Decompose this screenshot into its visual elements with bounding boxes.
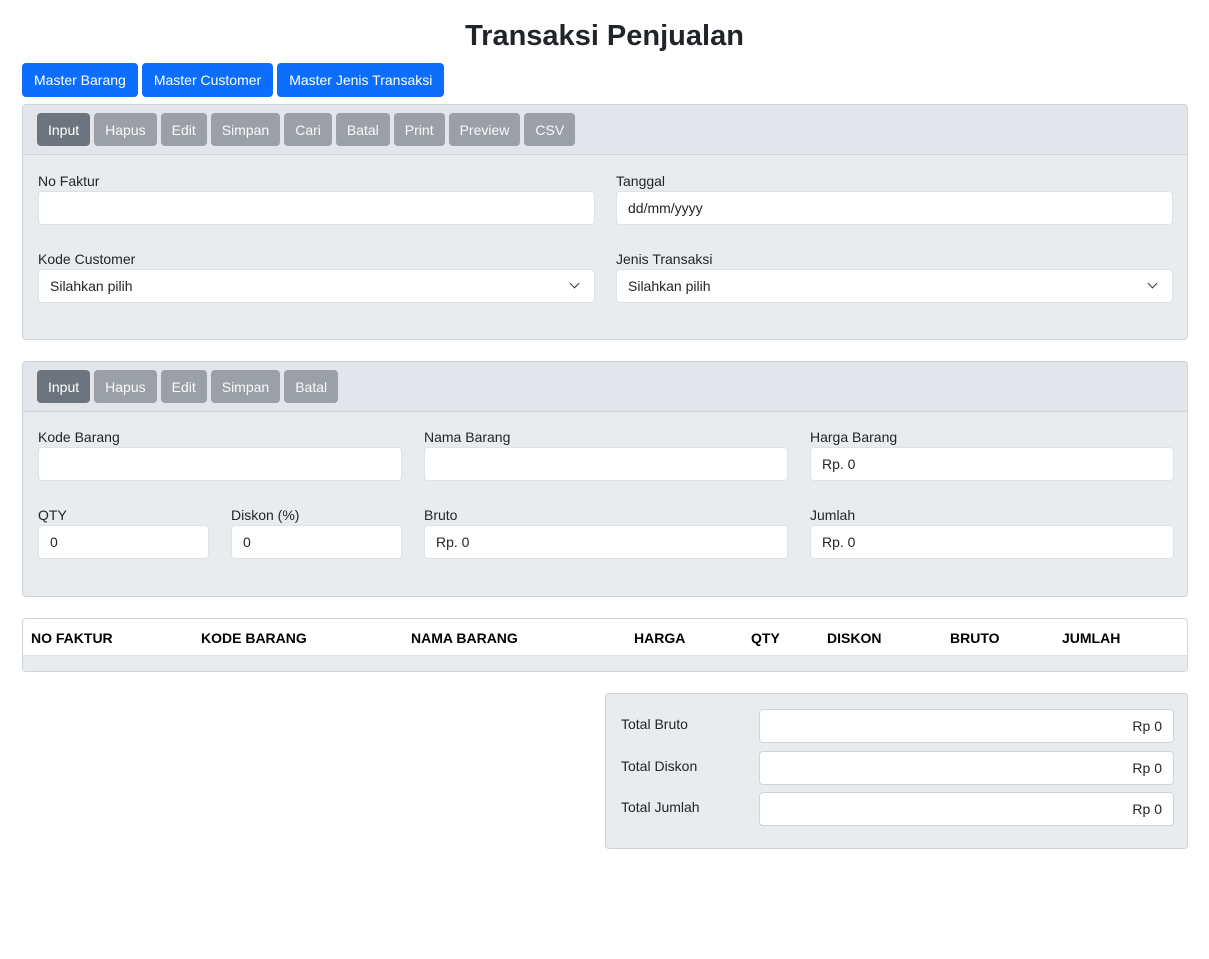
total-bruto-label: Total Bruto <box>621 716 688 732</box>
jumlah-group: Jumlah Rp. 0 <box>810 507 1174 567</box>
chevron-down-icon <box>570 281 580 291</box>
column-header-diskon[interactable]: DISKON <box>827 630 881 646</box>
kode-customer-label: Kode Customer <box>38 251 136 267</box>
detail-simpan-button[interactable]: Simpan <box>210 370 281 403</box>
master-jenis-transaksi-button[interactable]: Master Jenis Transaksi <box>277 63 445 97</box>
total-bruto-row: Total Bruto Rp 0 <box>621 709 1174 743</box>
column-header-no-faktur[interactable]: NO FAKTUR <box>31 630 113 646</box>
jenis-transaksi-selected: Silahkan pilih <box>628 278 711 294</box>
kode-barang-input[interactable] <box>38 447 402 481</box>
page-title: Transaksi Penjualan <box>465 20 744 52</box>
diskon-group: Diskon (%) 0 <box>231 507 402 567</box>
table-body-empty <box>23 656 1187 671</box>
diskon-label: Diskon (%) <box>231 507 300 523</box>
harga-barang-label: Harga Barang <box>810 429 898 445</box>
kode-barang-label: Kode Barang <box>38 429 120 445</box>
totals-panel: Total Bruto Rp 0 Total Diskon Rp 0 Total… <box>605 693 1188 849</box>
kode-barang-group: Kode Barang <box>38 429 402 489</box>
kode-customer-select[interactable]: Silahkan pilih <box>38 269 595 303</box>
detail-toolbar: Input Hapus Edit Simpan Batal <box>23 362 1187 412</box>
jenis-transaksi-group: Jenis Transaksi Silahkan pilih <box>616 251 1173 311</box>
master-nav: Master Barang Master Customer Master Jen… <box>22 63 445 97</box>
nama-barang-group: Nama Barang <box>424 429 788 489</box>
total-jumlah-field[interactable]: Rp 0 <box>759 792 1174 826</box>
header-toolbar: Input Hapus Edit Simpan Cari Batal Print… <box>23 105 1187 155</box>
total-jumlah-row: Total Jumlah Rp 0 <box>621 792 1174 826</box>
detail-card: Input Hapus Edit Simpan Batal Kode Baran… <box>22 361 1188 597</box>
total-diskon-field[interactable]: Rp 0 <box>759 751 1174 785</box>
tanggal-input[interactable]: dd/mm/yyyy <box>616 191 1173 225</box>
header-simpan-button[interactable]: Simpan <box>210 113 281 146</box>
column-header-qty[interactable]: QTY <box>751 630 780 646</box>
jumlah-label: Jumlah <box>810 507 856 523</box>
tanggal-group: Tanggal dd/mm/yyyy <box>616 173 1173 233</box>
chevron-down-icon <box>1148 281 1158 291</box>
jenis-transaksi-select[interactable]: Silahkan pilih <box>616 269 1173 303</box>
total-diskon-row: Total Diskon Rp 0 <box>621 751 1174 785</box>
jenis-transaksi-label: Jenis Transaksi <box>616 251 713 267</box>
nama-barang-input[interactable] <box>424 447 788 481</box>
jumlah-input[interactable]: Rp. 0 <box>810 525 1174 559</box>
header-cari-button[interactable]: Cari <box>284 113 332 146</box>
total-jumlah-label: Total Jumlah <box>621 799 700 815</box>
column-header-bruto[interactable]: BRUTO <box>950 630 1000 646</box>
header-batal-button[interactable]: Batal <box>335 113 390 146</box>
detail-hapus-button[interactable]: Hapus <box>94 370 157 403</box>
qty-input[interactable]: 0 <box>38 525 209 559</box>
detail-input-button[interactable]: Input <box>37 370 91 403</box>
bruto-input[interactable]: Rp. 0 <box>424 525 788 559</box>
detail-batal-button[interactable]: Batal <box>284 370 339 403</box>
master-customer-button[interactable]: Master Customer <box>141 63 274 97</box>
harga-barang-input[interactable]: Rp. 0 <box>810 447 1174 481</box>
bruto-label: Bruto <box>424 507 458 523</box>
diskon-input[interactable]: 0 <box>231 525 402 559</box>
column-header-kode-barang[interactable]: KODE BARANG <box>201 630 307 646</box>
no-faktur-input[interactable] <box>38 191 595 225</box>
header-card: Input Hapus Edit Simpan Cari Batal Print… <box>22 104 1188 340</box>
header-edit-button[interactable]: Edit <box>160 113 207 146</box>
kode-customer-selected: Silahkan pilih <box>50 278 133 294</box>
harga-barang-group: Harga Barang Rp. 0 <box>810 429 1174 489</box>
no-faktur-group: No Faktur <box>38 173 595 233</box>
tanggal-label: Tanggal <box>616 173 666 189</box>
master-barang-button[interactable]: Master Barang <box>22 63 138 97</box>
detail-edit-button[interactable]: Edit <box>160 370 207 403</box>
header-print-button[interactable]: Print <box>393 113 445 146</box>
detail-table: NO FAKTUR KODE BARANG NAMA BARANG HARGA … <box>22 618 1188 672</box>
qty-label: QTY <box>38 507 67 523</box>
header-input-button[interactable]: Input <box>37 113 91 146</box>
column-header-nama-barang[interactable]: NAMA BARANG <box>411 630 518 646</box>
column-header-harga[interactable]: HARGA <box>634 630 685 646</box>
no-faktur-label: No Faktur <box>38 173 100 189</box>
header-hapus-button[interactable]: Hapus <box>94 113 157 146</box>
nama-barang-label: Nama Barang <box>424 429 511 445</box>
column-header-jumlah[interactable]: JUMLAH <box>1062 630 1120 646</box>
qty-group: QTY 0 <box>38 507 209 567</box>
bruto-group: Bruto Rp. 0 <box>424 507 788 567</box>
header-csv-button[interactable]: CSV <box>524 113 576 146</box>
header-preview-button[interactable]: Preview <box>448 113 521 146</box>
total-bruto-field[interactable]: Rp 0 <box>759 709 1174 743</box>
table-header: NO FAKTUR KODE BARANG NAMA BARANG HARGA … <box>23 619 1187 656</box>
kode-customer-group: Kode Customer Silahkan pilih <box>38 251 595 311</box>
total-diskon-label: Total Diskon <box>621 758 698 774</box>
